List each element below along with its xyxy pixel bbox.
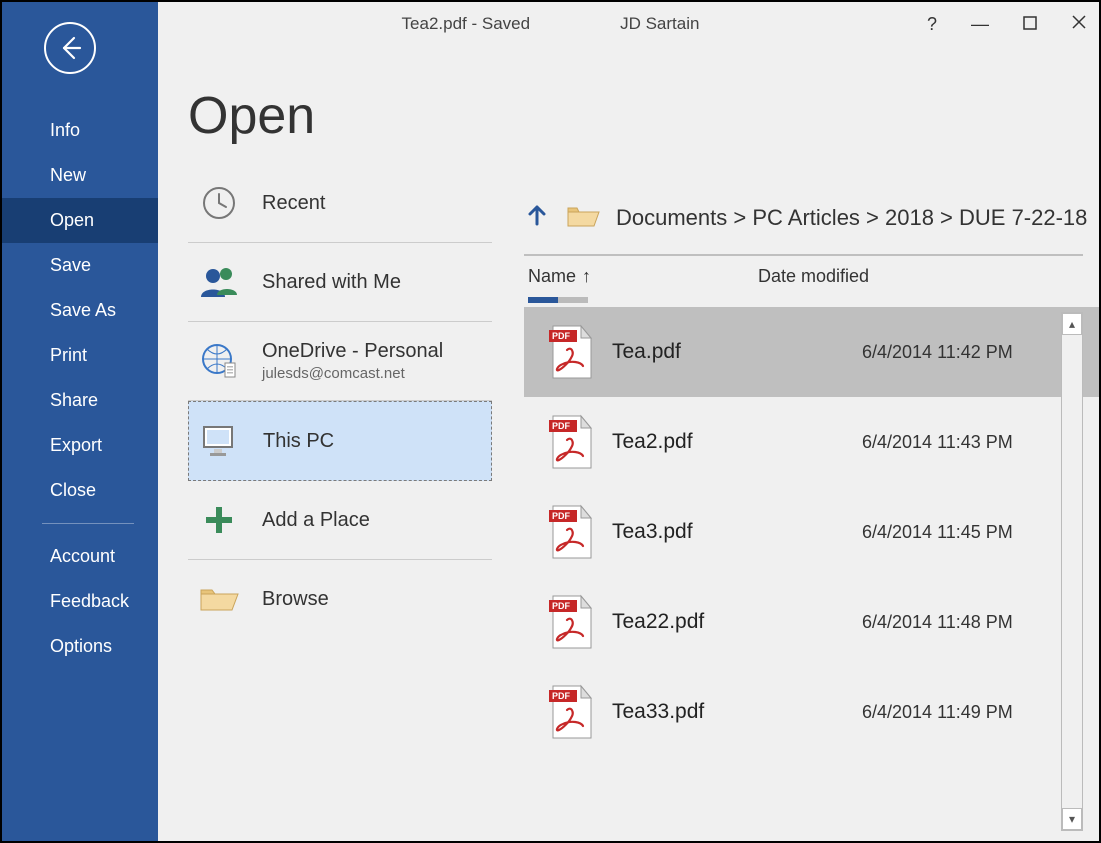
- location-sublabel: julesds@comcast.net: [262, 365, 443, 382]
- folder-open-icon: [198, 578, 240, 620]
- people-icon: [198, 261, 240, 303]
- location-label: OneDrive - Personal: [262, 340, 443, 363]
- scroll-down-icon[interactable]: ▾: [1062, 808, 1082, 830]
- nav-options[interactable]: Options: [2, 624, 158, 669]
- nav-account[interactable]: Account: [2, 534, 158, 579]
- file-row[interactable]: PDF Tea3.pdf6/4/2014 11:45 PM: [524, 487, 1099, 577]
- vertical-scrollbar[interactable]: ▴ ▾: [1061, 312, 1083, 831]
- pdf-file-icon: PDF: [530, 412, 612, 472]
- location-add-place[interactable]: Add a Place: [188, 481, 492, 560]
- location-label: This PC: [263, 430, 334, 453]
- file-list: PDF Tea.pdf6/4/2014 11:42 PM PDF Tea2.pd…: [524, 307, 1099, 757]
- file-name: Tea33.pdf: [612, 700, 862, 724]
- nav-main: Info New Open Save Save As Print Share E…: [2, 108, 158, 669]
- file-pane: Documents > PC Articles > 2018 > DUE 7-2…: [508, 2, 1099, 841]
- svg-text:PDF: PDF: [552, 331, 571, 341]
- file-date: 6/4/2014 11:43 PM: [862, 432, 1013, 453]
- divider: [524, 254, 1083, 256]
- location-panel: Open Recent Shared with Me OneDrive -: [158, 2, 508, 841]
- pdf-file-icon: PDF: [530, 322, 612, 382]
- location-label: Browse: [262, 588, 329, 611]
- nav-info[interactable]: Info: [2, 108, 158, 153]
- scroll-up-icon[interactable]: ▴: [1062, 313, 1082, 335]
- backstage-sidebar: Info New Open Save Save As Print Share E…: [2, 2, 158, 841]
- location-shared[interactable]: Shared with Me: [188, 243, 492, 322]
- location-recent[interactable]: Recent: [188, 164, 492, 243]
- file-row[interactable]: PDF Tea.pdf6/4/2014 11:42 PM: [524, 307, 1099, 397]
- file-row[interactable]: PDF Tea22.pdf6/4/2014 11:48 PM: [524, 577, 1099, 667]
- nav-save[interactable]: Save: [2, 243, 158, 288]
- breadcrumb[interactable]: Documents > PC Articles > 2018 > DUE 7-2…: [616, 205, 1087, 231]
- back-button[interactable]: [44, 22, 96, 74]
- location-this-pc[interactable]: This PC: [188, 401, 492, 481]
- clock-icon: [198, 182, 240, 224]
- folder-icon: [566, 202, 600, 234]
- svg-text:PDF: PDF: [552, 601, 571, 611]
- column-date[interactable]: Date modified: [758, 266, 869, 286]
- location-label: Shared with Me: [262, 271, 401, 294]
- nav-export[interactable]: Export: [2, 423, 158, 468]
- up-one-level-icon[interactable]: [524, 202, 550, 234]
- onedrive-icon: [198, 340, 240, 382]
- page-title: Open: [188, 86, 492, 146]
- pdf-file-icon: PDF: [530, 592, 612, 652]
- nav-print[interactable]: Print: [2, 333, 158, 378]
- word-backstage-open: Tea2.pdf - Saved JD Sartain ? — Info New…: [0, 0, 1101, 843]
- file-name: Tea3.pdf: [612, 520, 862, 544]
- nav-divider: [42, 523, 134, 524]
- file-date: 6/4/2014 11:42 PM: [862, 342, 1013, 363]
- pdf-file-icon: PDF: [530, 502, 612, 562]
- file-name: Tea.pdf: [612, 340, 862, 364]
- nav-open[interactable]: Open: [2, 198, 158, 243]
- nav-feedback[interactable]: Feedback: [2, 579, 158, 624]
- location-onedrive[interactable]: OneDrive - Personal julesds@comcast.net: [188, 322, 492, 401]
- nav-save-as[interactable]: Save As: [2, 288, 158, 333]
- file-date: 6/4/2014 11:48 PM: [862, 612, 1013, 633]
- file-name: Tea2.pdf: [612, 430, 862, 454]
- svg-text:PDF: PDF: [552, 421, 571, 431]
- location-label: Recent: [262, 192, 325, 215]
- nav-close[interactable]: Close: [2, 468, 158, 513]
- column-name[interactable]: Name: [528, 266, 576, 287]
- nav-new[interactable]: New: [2, 153, 158, 198]
- pdf-file-icon: PDF: [530, 682, 612, 742]
- file-name: Tea22.pdf: [612, 610, 862, 634]
- sort-asc-icon[interactable]: ↑: [582, 266, 591, 287]
- plus-icon: [198, 499, 240, 541]
- file-date: 6/4/2014 11:49 PM: [862, 702, 1013, 723]
- svg-text:PDF: PDF: [552, 691, 571, 701]
- location-browse[interactable]: Browse: [188, 560, 492, 638]
- file-date: 6/4/2014 11:45 PM: [862, 522, 1013, 543]
- location-label: Add a Place: [262, 509, 370, 532]
- svg-text:PDF: PDF: [552, 511, 571, 521]
- monitor-icon: [199, 420, 241, 462]
- file-row[interactable]: PDF Tea2.pdf6/4/2014 11:43 PM: [524, 397, 1099, 487]
- file-row[interactable]: PDF Tea33.pdf6/4/2014 11:49 PM: [524, 667, 1099, 757]
- nav-share[interactable]: Share: [2, 378, 158, 423]
- column-resize-indicator: [528, 297, 588, 303]
